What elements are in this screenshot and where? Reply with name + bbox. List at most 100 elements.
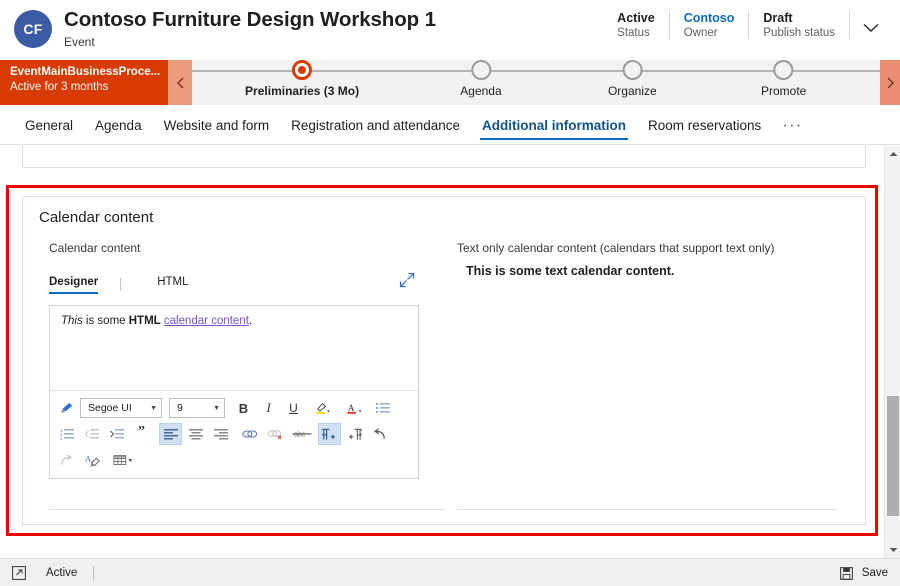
header-stats: Active Status Contoso Owner Draft Publis… — [603, 11, 884, 41]
footer-status-text: Active — [46, 567, 78, 579]
expand-diagonal-icon[interactable] — [399, 272, 415, 288]
stage-marker-active-icon — [292, 60, 313, 80]
bold-button[interactable]: B — [232, 397, 255, 419]
designer-mode-tab[interactable]: Designer — [49, 276, 99, 294]
editor-mode-switcher: Designer HTML — [49, 272, 445, 294]
font-size-select[interactable]: 9 ▼ — [169, 398, 225, 418]
toolbar-row-1: Segoe UI ▼ 9 ▼ B I U A — [55, 395, 415, 421]
text-only-calendar-content-value[interactable]: This is some text calendar content. — [466, 264, 855, 278]
scroll-down-arrow-icon[interactable] — [885, 542, 900, 558]
title-block: Contoso Furniture Design Workshop 1 Even… — [64, 8, 436, 49]
tab-general[interactable]: General — [14, 105, 84, 145]
save-label: Save — [861, 567, 888, 579]
avatar: CF — [14, 10, 52, 48]
chevron-right-icon[interactable] — [880, 60, 900, 105]
italic-button[interactable]: I — [257, 397, 280, 419]
publish-status-stat: Draft Publish status — [749, 11, 850, 39]
chevron-left-icon[interactable] — [168, 60, 192, 105]
tab-additional-information[interactable]: Additional information — [471, 105, 637, 145]
align-center-button[interactable] — [184, 423, 207, 445]
toolbar-row-2: 1 2 3 ” abc — [55, 421, 415, 447]
owner-label: Owner — [683, 27, 718, 39]
stage-marker-icon — [622, 60, 643, 80]
status-bar: Active Save — [0, 558, 900, 586]
strikethrough-button[interactable]: abc — [288, 423, 316, 445]
clear-formatting-button[interactable]: A — [80, 449, 106, 471]
editor-text-plain-1: is some — [82, 315, 129, 327]
process-stage-organize[interactable]: Organize — [608, 60, 657, 98]
html-mode-tab[interactable]: HTML — [157, 276, 188, 292]
process-stage-summary[interactable]: EventMainBusinessProce... Active for 3 m… — [0, 60, 168, 105]
publish-status-value: Draft — [763, 11, 793, 25]
remove-link-button[interactable] — [263, 423, 286, 445]
insert-table-button[interactable] — [108, 449, 138, 471]
status-value: Active — [617, 11, 655, 25]
owner-stat[interactable]: Contoso Owner — [670, 11, 750, 39]
process-duration: Active for 3 months — [10, 81, 109, 93]
svg-text:A: A — [85, 453, 92, 463]
stage-label: Preliminaries (3 Mo) — [245, 84, 360, 98]
font-family-select[interactable]: Segoe UI ▼ — [80, 398, 162, 418]
align-right-button[interactable] — [209, 423, 232, 445]
font-family-value: Segoe UI — [88, 402, 132, 414]
page-title: Contoso Furniture Design Workshop 1 — [64, 8, 436, 31]
calendar-content-left-column: Calendar content Designer HTML This is s… — [49, 241, 445, 510]
expand-popout-icon[interactable] — [10, 564, 28, 582]
footer-divider — [93, 566, 95, 580]
undo-button[interactable] — [368, 423, 391, 445]
font-size-value: 9 — [177, 402, 183, 414]
editor-text-plain-3: . — [248, 315, 253, 327]
align-left-button[interactable] — [159, 423, 182, 445]
tab-bar: General Agenda Website and form Registra… — [0, 105, 900, 145]
chevron-down-icon[interactable] — [858, 15, 884, 41]
owner-value[interactable]: Contoso — [684, 11, 735, 25]
bulleted-list-button[interactable] — [371, 397, 394, 419]
insert-link-button[interactable] — [238, 423, 261, 445]
page-scrollbar[interactable] — [884, 146, 900, 558]
blockquote-button[interactable]: ” — [130, 423, 153, 445]
format-painter-icon[interactable] — [55, 397, 78, 419]
ltr-direction-button[interactable] — [318, 423, 341, 445]
publish-status-label: Publish status — [763, 27, 835, 39]
tab-website-and-form[interactable]: Website and form — [153, 105, 281, 145]
process-stage-track: Preliminaries (3 Mo) Agenda Organize Pro… — [192, 60, 880, 105]
calendar-content-label: Calendar content — [49, 241, 141, 255]
tab-registration-and-attendance[interactable]: Registration and attendance — [280, 105, 471, 145]
calendar-content-right-column: Text only calendar content (calendars th… — [457, 241, 855, 510]
process-stage-agenda[interactable]: Agenda — [460, 60, 502, 98]
highlight-color-button[interactable] — [307, 397, 337, 419]
rtl-direction-button[interactable] — [343, 423, 366, 445]
scrollbar-thumb[interactable] — [887, 396, 899, 516]
editor-text-link[interactable]: calendar content — [164, 315, 249, 327]
status-bar-left: Active — [10, 559, 95, 586]
increase-indent-button[interactable] — [105, 423, 128, 445]
html-editor[interactable]: This is some HTML calendar content. Sego… — [49, 305, 419, 479]
business-process-flow: EventMainBusinessProce... Active for 3 m… — [0, 60, 900, 105]
redo-button[interactable] — [55, 449, 78, 471]
underline-button[interactable]: U — [282, 397, 305, 419]
stage-marker-icon — [773, 60, 794, 80]
process-name: EventMainBusinessProce... — [10, 66, 161, 78]
save-button[interactable]: Save — [838, 559, 888, 586]
app-root: CF Contoso Furniture Design Workshop 1 E… — [0, 0, 900, 586]
numbered-list-button[interactable]: 1 2 3 — [55, 423, 78, 445]
stage-label: Agenda — [460, 84, 502, 98]
status-label: Status — [617, 27, 650, 39]
editor-content-area[interactable]: This is some HTML calendar content. — [50, 306, 418, 390]
tab-agenda[interactable]: Agenda — [84, 105, 153, 145]
chevron-down-icon: ▼ — [213, 404, 220, 412]
tab-room-reservations[interactable]: Room reservations — [637, 105, 772, 145]
save-disk-icon — [838, 564, 856, 582]
chevron-down-icon: ▼ — [150, 404, 157, 412]
process-stage-promote[interactable]: Promote — [761, 60, 806, 98]
stage-label: Promote — [760, 84, 807, 98]
scroll-up-arrow-icon[interactable] — [885, 146, 900, 162]
tab-overflow-icon[interactable]: ··· — [772, 116, 812, 133]
decrease-indent-button[interactable] — [80, 423, 103, 445]
process-stage-preliminaries[interactable]: Preliminaries (3 Mo) — [245, 60, 359, 98]
font-color-button[interactable]: A — [339, 397, 369, 419]
editor-text-italic: This — [61, 315, 83, 327]
status-stat: Active Status — [603, 11, 670, 39]
text-only-calendar-content-label: Text only calendar content (calendars th… — [457, 241, 775, 255]
calendar-content-card: Calendar content Calendar content Design… — [22, 196, 866, 525]
